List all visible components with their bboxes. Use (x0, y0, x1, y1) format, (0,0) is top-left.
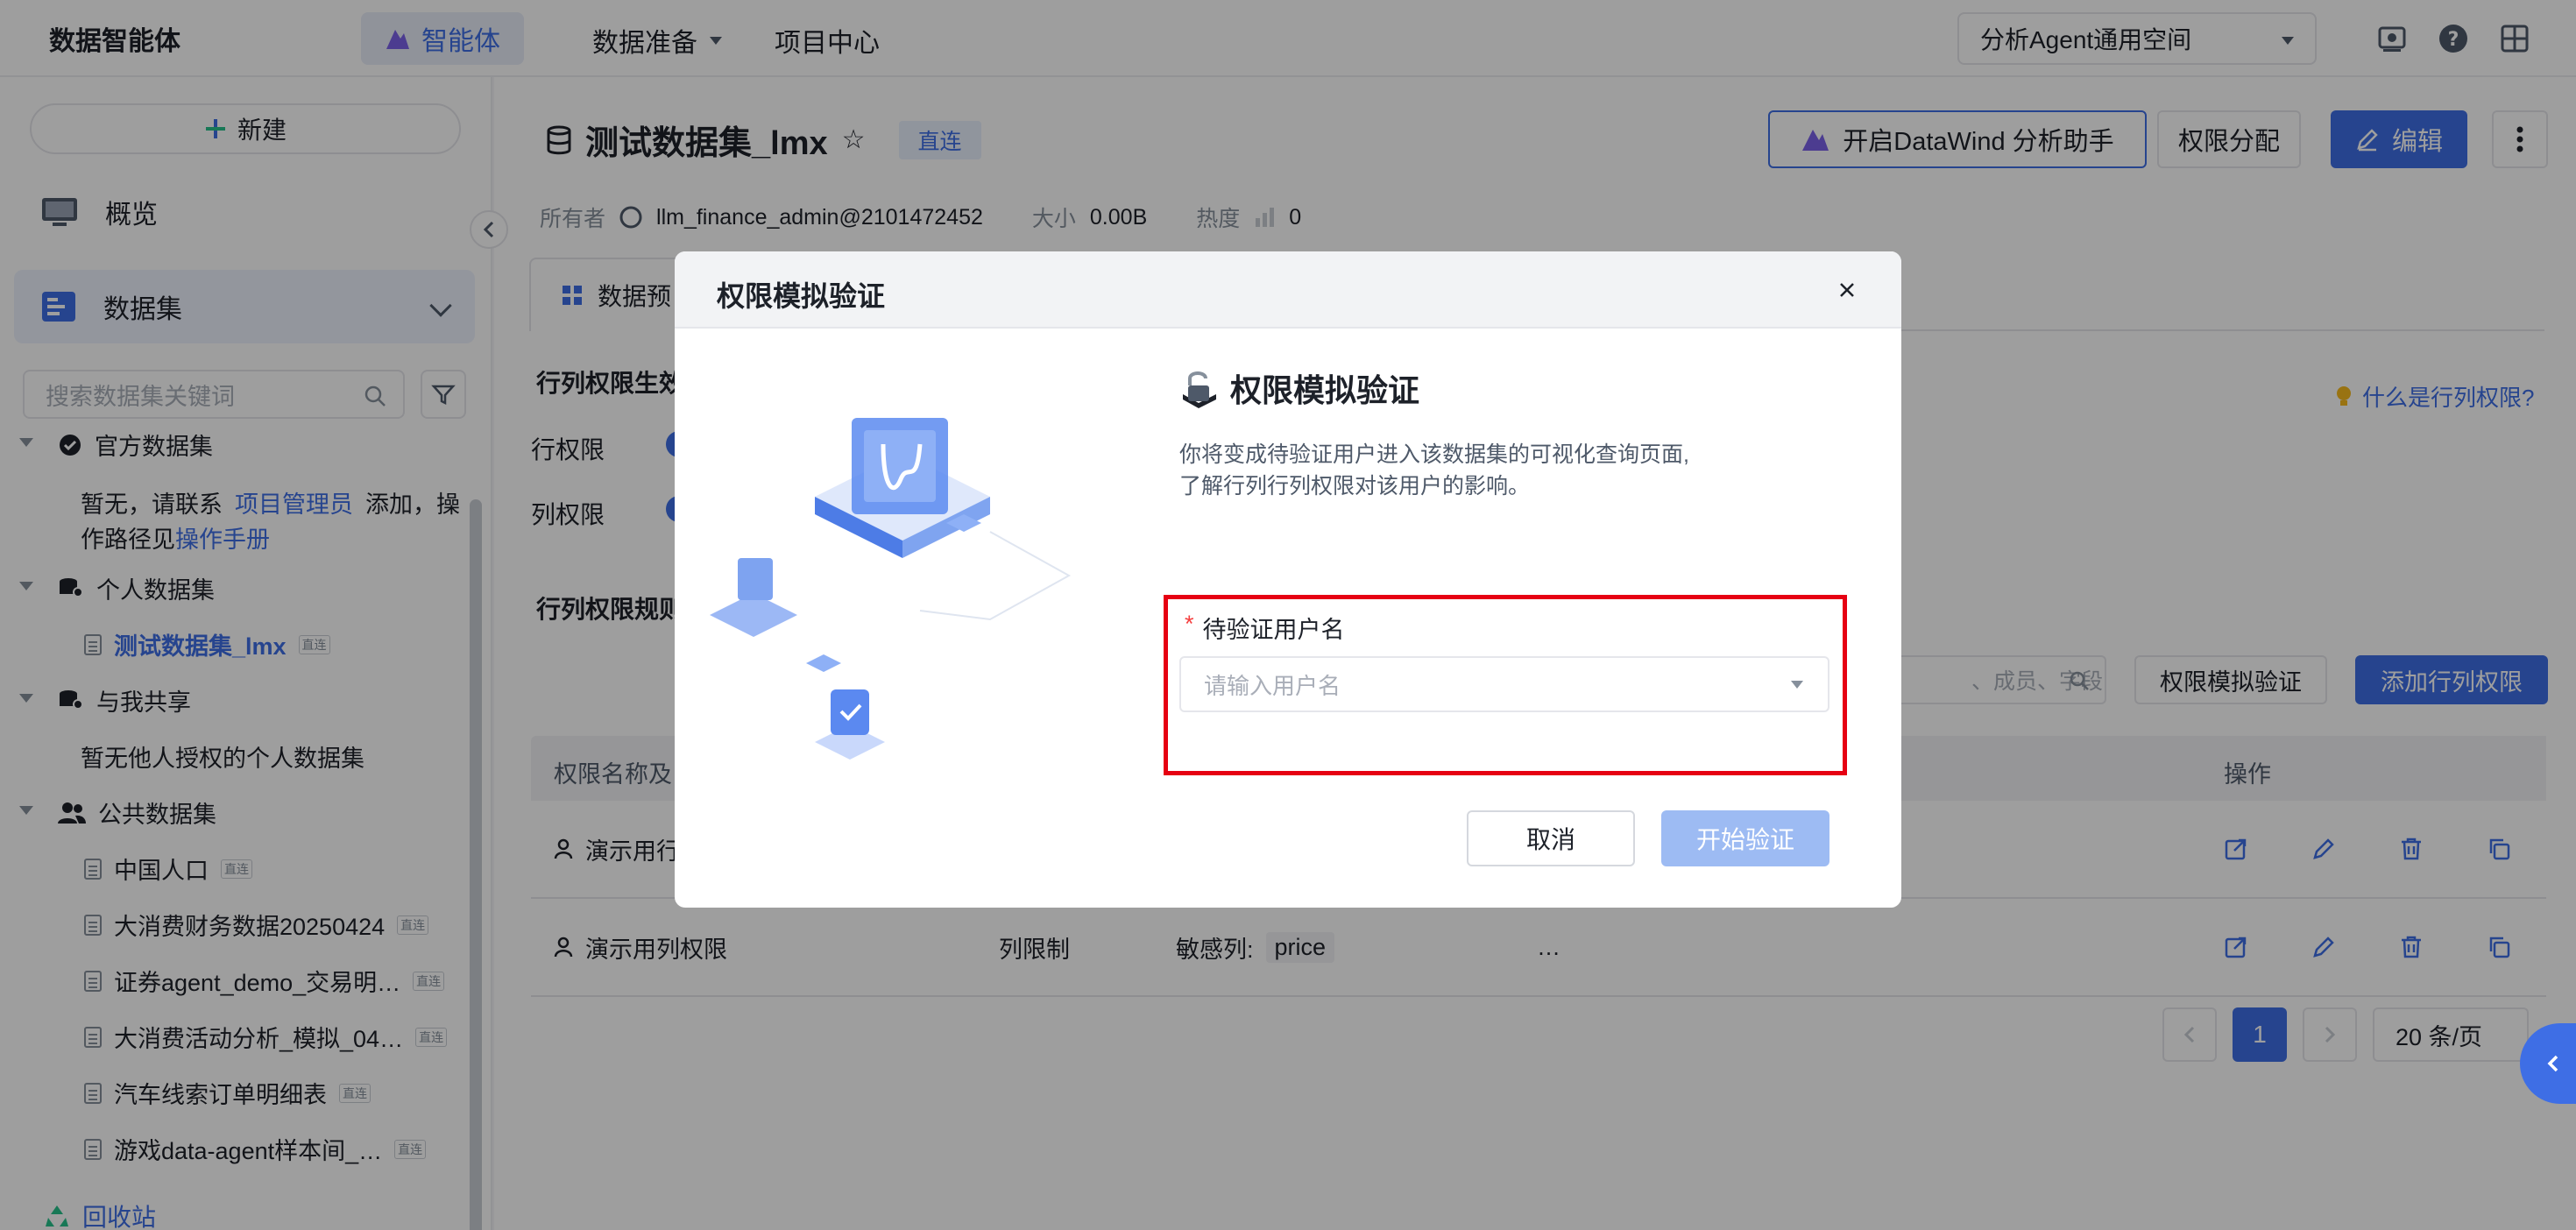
dialog-description: 你将变成待验证用户进入该数据集的可视化查询页面, 了解行列行列权限对该用户的影响… (1179, 439, 1689, 502)
field-label-text: 待验证用户名 (1202, 617, 1345, 643)
dialog-header: 权限模拟验证 (675, 251, 1901, 329)
username-select[interactable]: 请输入用户名 (1179, 656, 1829, 712)
desc-line-1: 你将变成待验证用户进入该数据集的可视化查询页面, (1179, 442, 1689, 467)
close-icon (1840, 283, 1854, 297)
dialog-heading-text: 权限模拟验证 (1230, 372, 1420, 408)
permission-simulate-dialog: 权限模拟验证 权限模拟验证 你将变成待验证用户进入该数据集的可视化查询页面, 了… (675, 251, 1901, 908)
cancel-button[interactable]: 取消 (1467, 810, 1635, 866)
dialog-heading: 权限模拟验证 (1179, 365, 1419, 411)
start-verify-button[interactable]: 开始验证 (1661, 810, 1829, 866)
security-illustration (710, 418, 1072, 760)
username-field-label: * 待验证用户名 (1185, 611, 1345, 645)
desc-line-2: 了解行列行列权限对该用户的影响。 (1179, 474, 1531, 498)
username-placeholder: 请输入用户名 (1204, 672, 1341, 699)
caret-down-icon (1791, 681, 1803, 689)
close-button[interactable] (1829, 272, 1865, 308)
lock-icon (1183, 371, 1216, 408)
dialog-title: 权限模拟验证 (717, 280, 886, 312)
required-mark: * (1185, 611, 1194, 637)
chevron-left-icon (2547, 1055, 2558, 1072)
